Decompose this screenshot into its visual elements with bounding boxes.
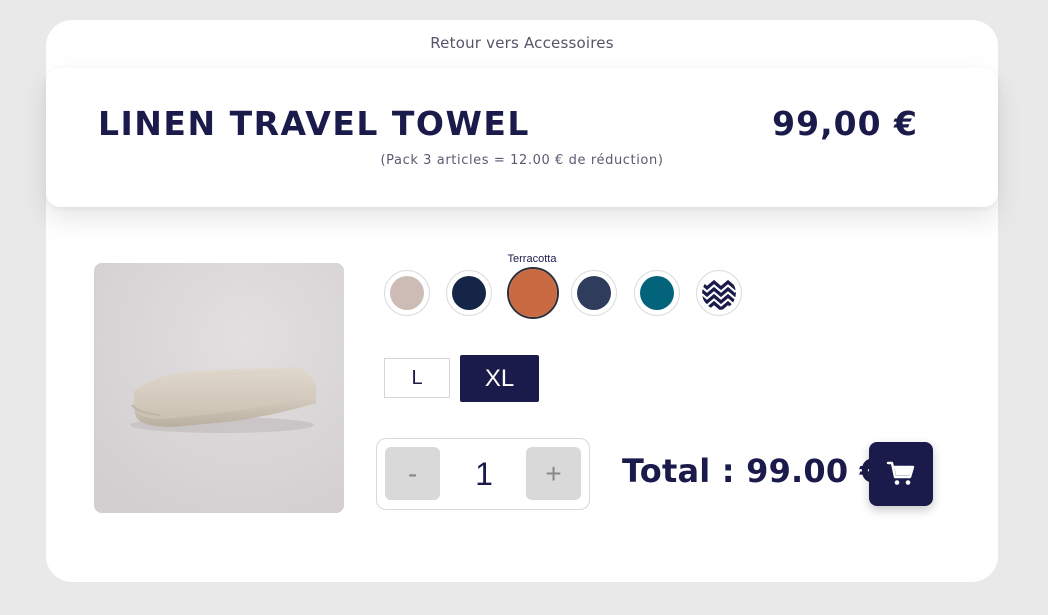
color-swatch-slate[interactable]	[571, 270, 617, 316]
decrease-quantity-button[interactable]: -	[385, 447, 440, 500]
color-dot	[577, 276, 611, 310]
selected-color-label: Terracotta	[507, 253, 557, 265]
color-swatch-navy[interactable]	[446, 270, 492, 316]
color-swatch-teal[interactable]	[634, 270, 680, 316]
product-header: LINEN TRAVEL TOWEL 99,00 € (Pack 3 artic…	[46, 68, 998, 207]
quantity-stepper: - 1 +	[376, 438, 590, 510]
size-option-xl[interactable]: XL	[460, 355, 539, 402]
add-to-cart-button[interactable]	[869, 442, 933, 506]
total-price: Total : 99.00 €	[622, 452, 883, 490]
cart-icon	[886, 458, 916, 491]
product-card: Retour vers Accessoires LINEN TRAVEL TOW…	[46, 20, 998, 582]
color-dot	[390, 276, 424, 310]
increase-quantity-button[interactable]: +	[526, 447, 581, 500]
color-swatch-terracotta[interactable]	[507, 267, 559, 319]
pack-discount-note: (Pack 3 articles = 12.00 € de réduction)	[380, 153, 664, 168]
product-title: LINEN TRAVEL TOWEL	[98, 104, 530, 143]
quantity-value[interactable]: 1	[449, 449, 519, 499]
back-link[interactable]: Retour vers Accessoires	[46, 34, 998, 52]
color-swatch-beige[interactable]	[384, 270, 430, 316]
color-dot	[640, 276, 674, 310]
chevron-pattern-icon	[702, 276, 736, 310]
color-dot	[509, 269, 557, 317]
color-dot	[452, 276, 486, 310]
color-swatch-chevron[interactable]	[696, 270, 742, 316]
size-option-l[interactable]: L	[384, 358, 450, 398]
product-image	[94, 263, 344, 513]
product-price: 99,00 €	[772, 104, 918, 143]
folded-towel-photo	[94, 263, 344, 513]
